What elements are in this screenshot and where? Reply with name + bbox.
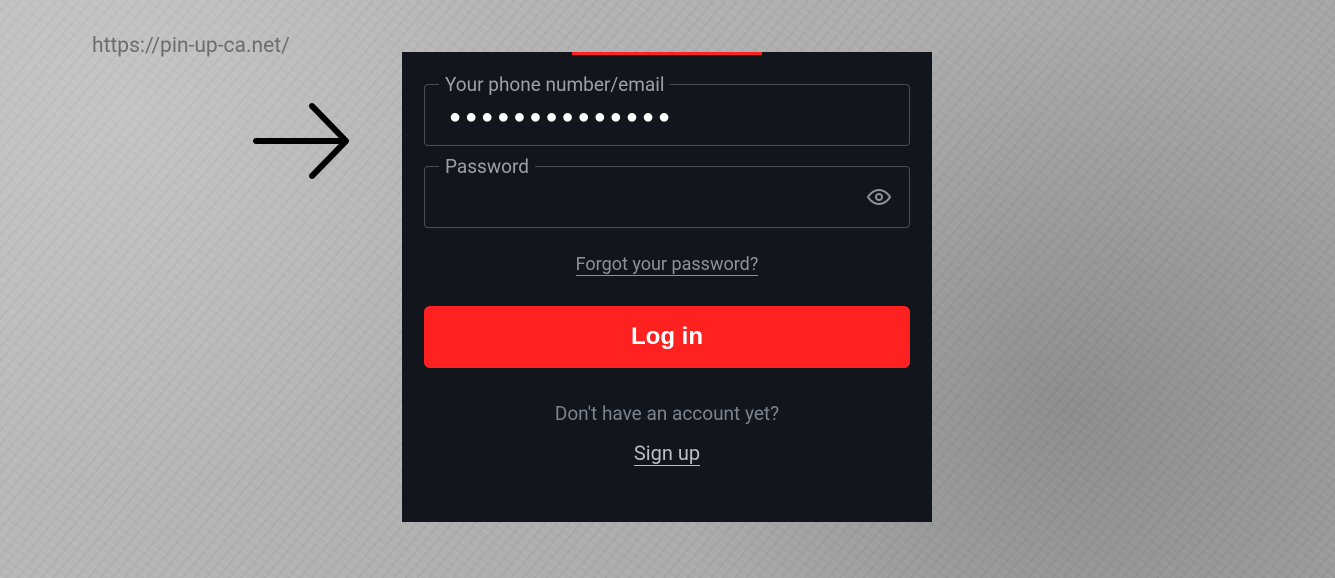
login-button[interactable]: Log in [424,306,910,368]
phone-email-field[interactable]: Your phone number/email ●●●●●●●●●●●●●● [424,84,910,146]
page-url: https://pin-up-ca.net/ [92,34,290,58]
eye-icon[interactable] [867,185,891,209]
accent-top-bar [572,52,762,55]
phone-email-label: Your phone number/email [439,73,670,96]
no-account-text: Don't have an account yet? [424,402,910,425]
signup-link[interactable]: Sign up [634,441,700,466]
login-panel: Your phone number/email ●●●●●●●●●●●●●● P… [402,52,932,522]
forgot-password-link[interactable]: Forgot your password? [576,254,759,276]
password-field[interactable]: Password [424,166,910,228]
phone-email-value: ●●●●●●●●●●●●●● [449,104,674,129]
password-label: Password [439,155,535,178]
arrow-right-icon [252,98,352,184]
